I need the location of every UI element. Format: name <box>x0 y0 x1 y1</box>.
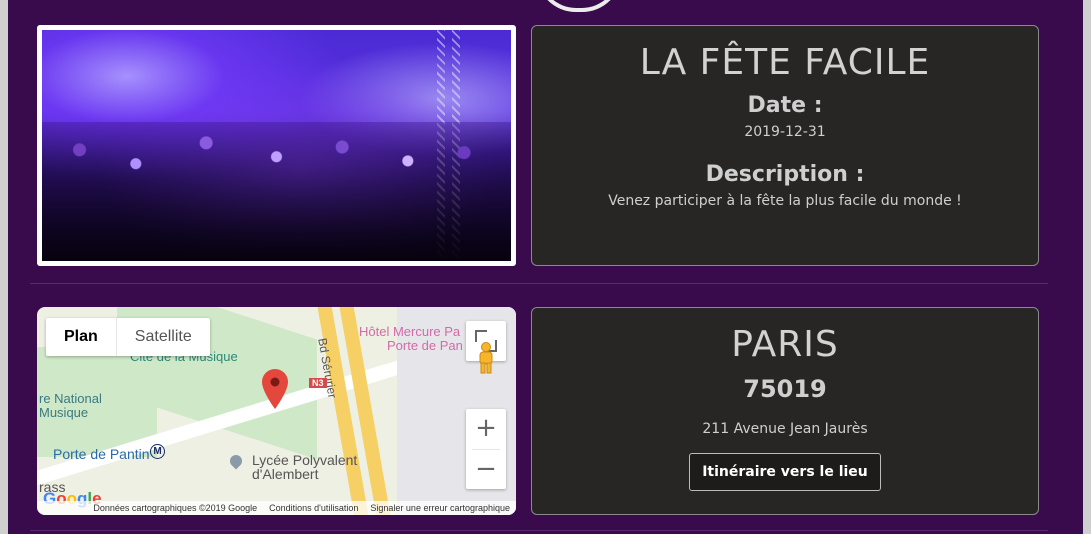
description-value: Venez participer à la fête la plus facil… <box>608 193 962 209</box>
metro-icon: M <box>150 444 165 459</box>
map-type-plan[interactable]: Plan <box>46 318 116 356</box>
map-label-musique: Musique <box>39 405 89 420</box>
postal-code: 75019 <box>743 375 827 403</box>
event-title: LA FÊTE FACILE <box>639 42 931 83</box>
map-label-porte-pantin: Porte de Pantin <box>53 446 150 462</box>
google-map[interactable]: Hôtel Mercure Pa Porte de Pan Cité de la… <box>37 307 516 515</box>
divider <box>30 283 1048 284</box>
map-footer-data: Données cartographiques ©2019 Google <box>93 503 258 513</box>
pegman-figure <box>479 342 493 374</box>
event-photo <box>37 25 516 266</box>
description-label: Description : <box>705 162 865 187</box>
date-value: 2019-12-31 <box>744 124 826 140</box>
map-label-hotel: Hôtel Mercure Pa <box>359 324 461 339</box>
crowd-image <box>42 122 511 261</box>
map-footer-terms[interactable]: Conditions d'utilisation <box>269 501 358 515</box>
map-type-satellite[interactable]: Satellite <box>115 318 210 356</box>
location-info-card: PARIS 75019 211 Avenue Jean Jaurès Itiné… <box>531 307 1039 515</box>
zoom-out-button[interactable]: − <box>466 450 506 490</box>
map-label-hotel2: Porte de Pan <box>387 338 463 353</box>
zoom-control[interactable]: + − <box>466 409 506 489</box>
pegman-icon[interactable] <box>466 339 506 377</box>
map-label-n3: N3 <box>309 378 327 388</box>
divider <box>30 530 1048 531</box>
directions-button[interactable]: Itinéraire vers le lieu <box>689 453 881 491</box>
map-footer: Données cartographiques ©2019 Google Con… <box>37 501 516 515</box>
school-icon <box>227 452 245 470</box>
event-info-card: LA FÊTE FACILE Date : 2019-12-31 Descrip… <box>531 25 1039 266</box>
date-label: Date : <box>747 93 823 118</box>
street-address: 211 Avenue Jean Jaurès <box>702 421 868 437</box>
city-name: PARIS <box>731 324 839 365</box>
event-photo-image <box>42 30 511 261</box>
map-footer-report[interactable]: Signaler une erreur cartographique <box>370 501 510 515</box>
map-type-control[interactable]: Plan Satellite <box>46 318 210 356</box>
avatar <box>536 0 622 12</box>
zoom-in-button[interactable]: + <box>466 409 506 449</box>
map-label-national: re National <box>39 391 102 406</box>
map-label-lycee2: d'Alembert <box>252 466 319 482</box>
location-pin-icon[interactable] <box>262 369 288 409</box>
